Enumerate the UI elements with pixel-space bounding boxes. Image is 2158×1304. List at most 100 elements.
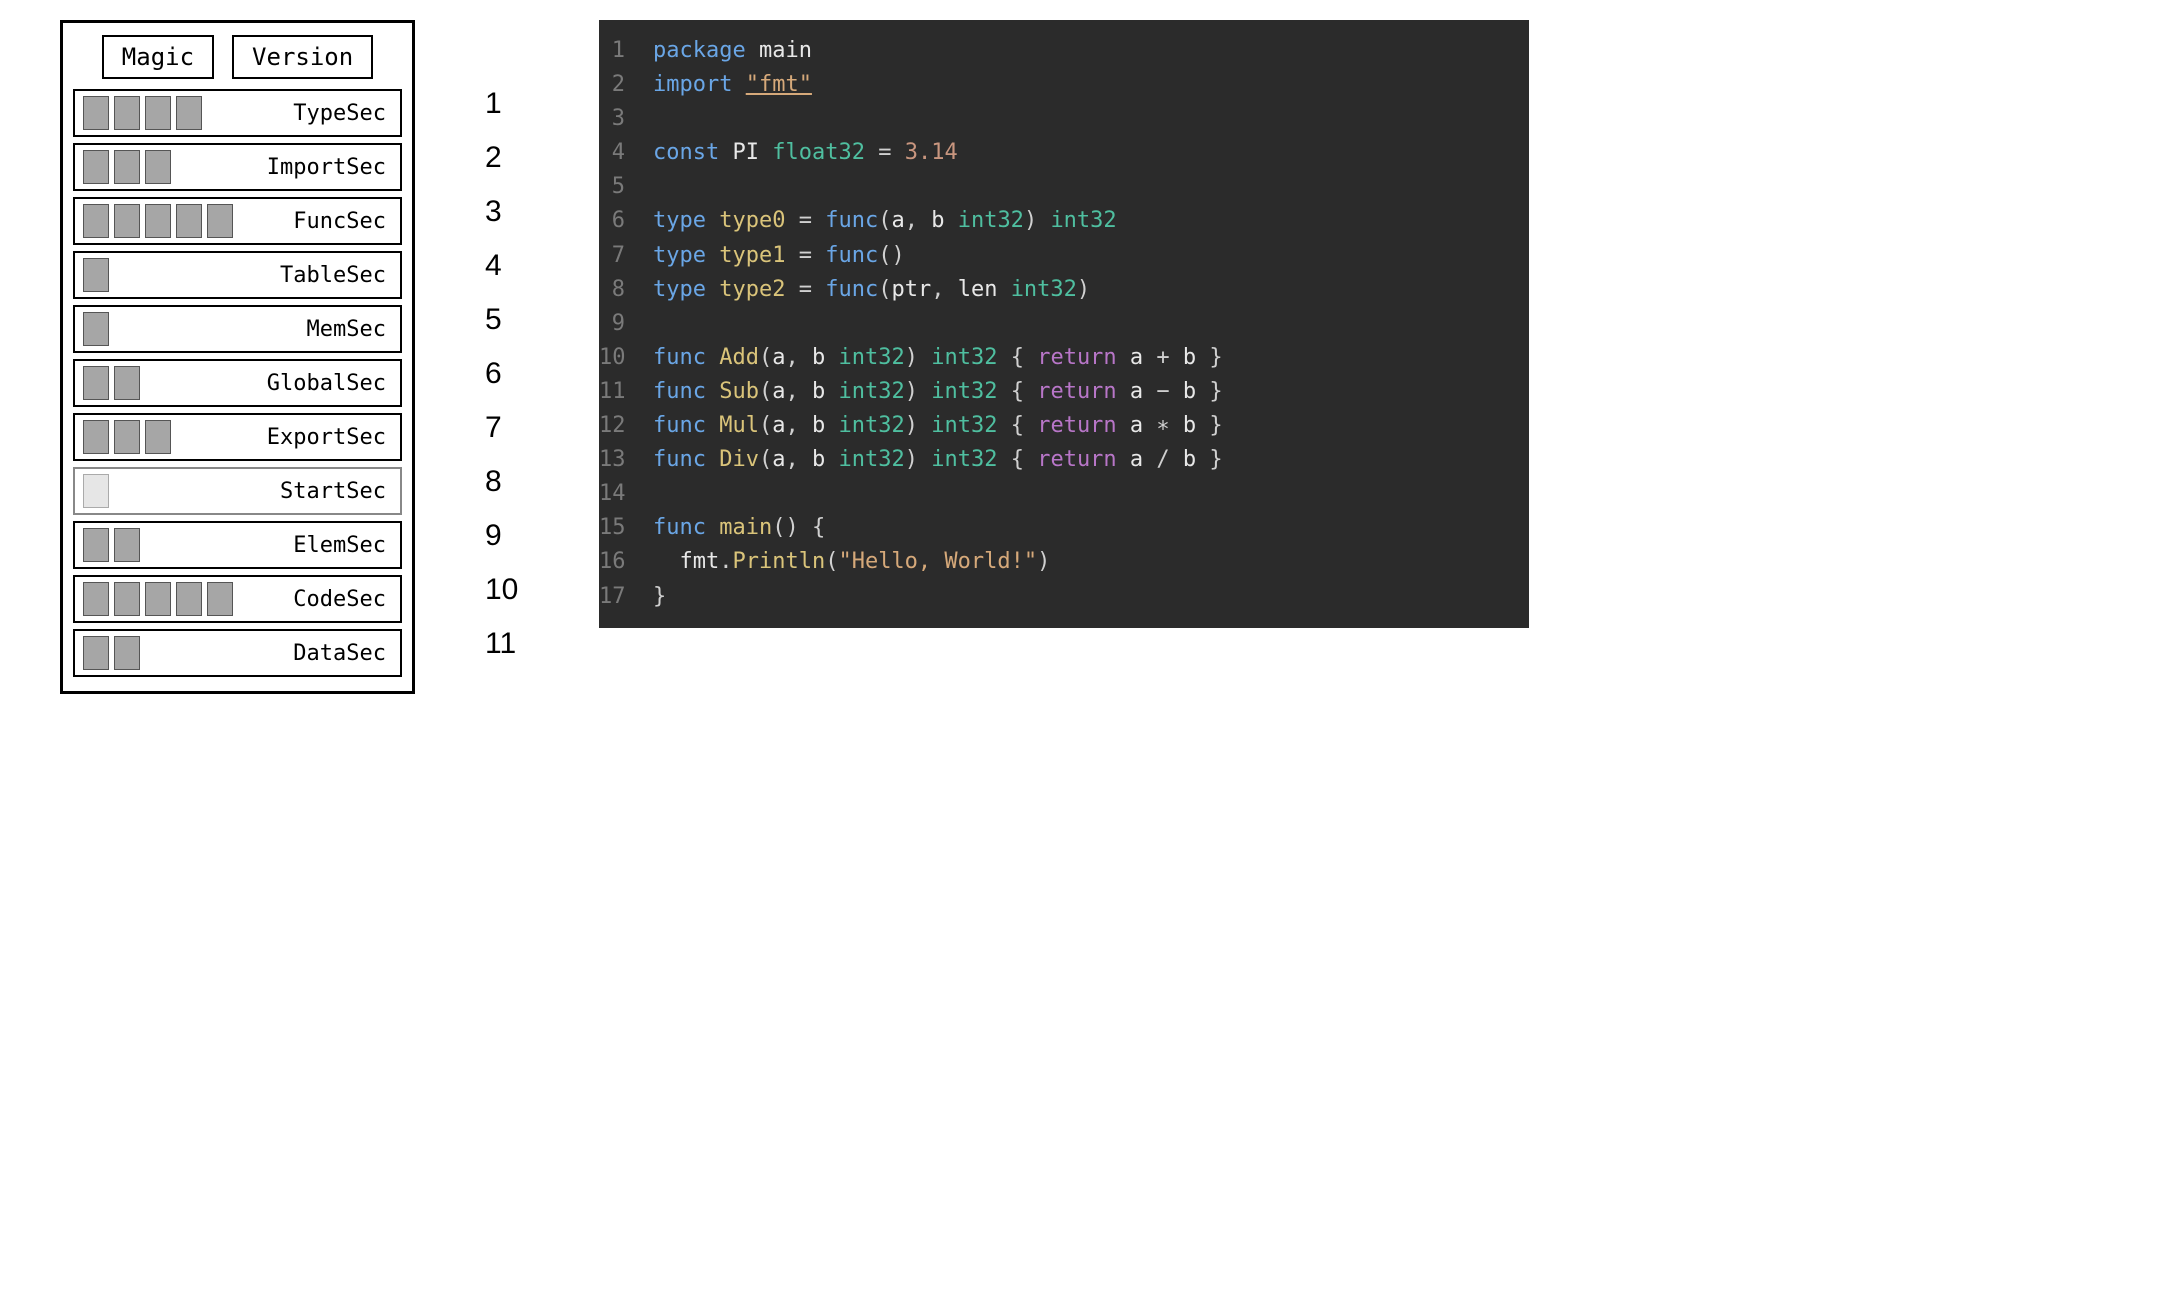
section-label: TableSec: [280, 263, 392, 288]
section-blocks: [83, 312, 109, 346]
section-number: 5: [485, 296, 529, 344]
line-number: 7: [599, 239, 653, 273]
line-content: func main() {: [653, 511, 825, 545]
section-label: TypeSec: [293, 101, 392, 126]
module-sections: TypeSec ImportSec FuncSec TableSec MemSec Glo…: [73, 89, 402, 677]
section-row: MemSec: [73, 305, 402, 353]
line-number: 4: [599, 136, 653, 170]
section-row: GlobalSec: [73, 359, 402, 407]
section-label: FuncSec: [293, 209, 392, 234]
data-block-icon: [114, 636, 140, 670]
data-block-icon: [114, 96, 140, 130]
section-number: 4: [485, 242, 529, 290]
section-row: DataSec: [73, 629, 402, 677]
code-line: 5: [599, 170, 1501, 204]
section-blocks: [83, 420, 171, 454]
code-line: 10func Add(a, b int32) int32 { return a …: [599, 341, 1501, 375]
data-block-icon: [207, 204, 233, 238]
section-label: ExportSec: [267, 425, 392, 450]
data-block-icon: [145, 582, 171, 616]
line-content: type type2 = func(ptr, len int32): [653, 273, 1090, 307]
code-line: 2import "fmt": [599, 68, 1501, 102]
section-row: TypeSec: [73, 89, 402, 137]
line-number: 12: [599, 409, 653, 443]
section-number: 8: [485, 458, 529, 506]
section-row: StartSec: [73, 467, 402, 515]
line-number: 1: [599, 34, 653, 68]
line-number: 2: [599, 68, 653, 102]
code-line: 3: [599, 102, 1501, 136]
section-row: TableSec: [73, 251, 402, 299]
data-block-icon: [83, 366, 109, 400]
code-line: 16 fmt.Println("Hello, World!"): [599, 545, 1501, 579]
data-block-icon: [145, 204, 171, 238]
section-blocks: [83, 474, 109, 508]
section-numbers-column: 1234567891011: [485, 20, 529, 668]
line-content: type type1 = func(): [653, 239, 905, 273]
section-row: FuncSec: [73, 197, 402, 245]
line-content: func Sub(a, b int32) int32 { return a − …: [653, 375, 1223, 409]
data-block-icon: [83, 204, 109, 238]
section-blocks: [83, 96, 202, 130]
data-block-icon: [114, 150, 140, 184]
line-number: 13: [599, 443, 653, 477]
code-line: 17}: [599, 580, 1501, 614]
data-block-icon: [114, 582, 140, 616]
module-header-magic: Magic: [102, 35, 214, 79]
data-block-icon: [114, 528, 140, 562]
code-line: 12func Mul(a, b int32) int32 { return a …: [599, 409, 1501, 443]
data-block-icon: [83, 312, 109, 346]
line-content: func Div(a, b int32) int32 { return a / …: [653, 443, 1223, 477]
section-blocks: [83, 258, 109, 292]
section-label: ImportSec: [267, 155, 392, 180]
line-content: package main: [653, 34, 812, 68]
line-content: const PI float32 = 3.14: [653, 136, 958, 170]
code-line: 13func Div(a, b int32) int32 { return a …: [599, 443, 1501, 477]
section-label: CodeSec: [293, 587, 392, 612]
section-label: GlobalSec: [267, 371, 392, 396]
line-number: 11: [599, 375, 653, 409]
data-block-icon: [176, 96, 202, 130]
module-header-row: Magic Version: [73, 35, 402, 79]
line-content: }: [653, 580, 666, 614]
section-blocks: [83, 204, 233, 238]
code-line: 8type type2 = func(ptr, len int32): [599, 273, 1501, 307]
data-block-icon: [114, 420, 140, 454]
code-line: 15func main() {: [599, 511, 1501, 545]
data-block-icon: [145, 420, 171, 454]
section-label: StartSec: [280, 479, 392, 504]
data-block-icon: [83, 150, 109, 184]
code-line: 6type type0 = func(a, b int32) int32: [599, 204, 1501, 238]
section-number: 3: [485, 188, 529, 236]
section-label: MemSec: [307, 317, 392, 342]
section-label: ElemSec: [293, 533, 392, 558]
code-line: 1package main: [599, 34, 1501, 68]
section-number: 6: [485, 350, 529, 398]
line-content: type type0 = func(a, b int32) int32: [653, 204, 1117, 238]
code-line: 14: [599, 477, 1501, 511]
line-content: func Add(a, b int32) int32 { return a + …: [653, 341, 1223, 375]
section-row: ExportSec: [73, 413, 402, 461]
data-block-icon: [114, 366, 140, 400]
line-number: 6: [599, 204, 653, 238]
line-number: 8: [599, 273, 653, 307]
section-number: 7: [485, 404, 529, 452]
section-number: 10: [485, 566, 529, 614]
data-block-icon: [176, 204, 202, 238]
data-block-icon: [145, 96, 171, 130]
code-line: 9: [599, 307, 1501, 341]
section-row: CodeSec: [73, 575, 402, 623]
section-row: ElemSec: [73, 521, 402, 569]
data-block-icon: [176, 582, 202, 616]
section-row: ImportSec: [73, 143, 402, 191]
line-number: 17: [599, 580, 653, 614]
code-line: 4const PI float32 = 3.14: [599, 136, 1501, 170]
section-blocks: [83, 582, 233, 616]
line-number: 9: [599, 307, 653, 341]
section-number: 1: [485, 80, 529, 128]
line-content: func Mul(a, b int32) int32 { return a ∗ …: [653, 409, 1223, 443]
line-number: 5: [599, 170, 653, 204]
data-block-icon: [83, 96, 109, 130]
data-block-icon: [83, 258, 109, 292]
data-block-icon: [83, 528, 109, 562]
